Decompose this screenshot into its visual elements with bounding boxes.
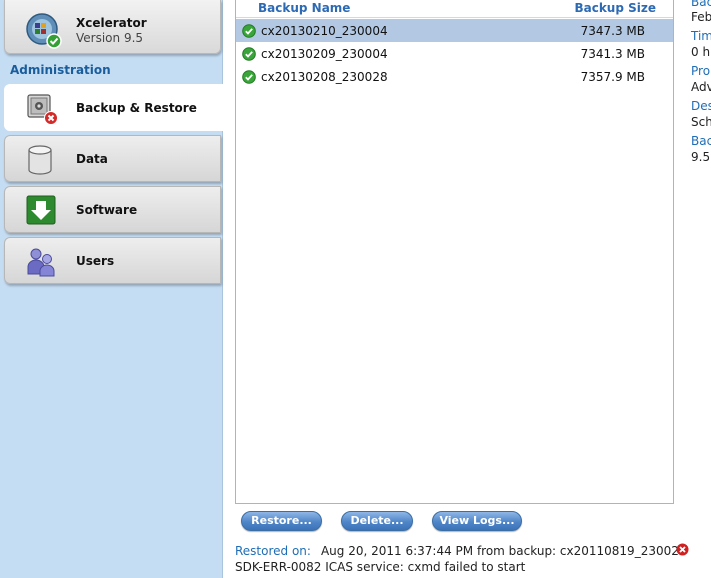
users-icon bbox=[25, 246, 59, 278]
error-message: SDK-ERR-0082 ICAS service: cxmd failed t… bbox=[235, 560, 526, 574]
detail-label: Des bbox=[691, 99, 711, 113]
restored-on-value: Aug 20, 2011 6:37:44 PM from backup: cx2… bbox=[320, 544, 687, 558]
restored-on-label: Restored on: bbox=[235, 544, 311, 558]
sidebar-item-label: Backup & Restore bbox=[76, 101, 197, 115]
backup-details-panel: Bac Feb Tim 0 h Pro Adv Des Sch Bac 9.5. bbox=[690, 0, 711, 578]
detail-label: Bac bbox=[691, 134, 711, 148]
backup-size: 7357.9 MB bbox=[580, 70, 645, 84]
sidebar-item-data[interactable]: Data bbox=[4, 135, 221, 182]
database-icon bbox=[25, 144, 59, 176]
backup-name: cx20130210_230004 bbox=[261, 24, 388, 38]
sidebar-item-label: Users bbox=[76, 254, 115, 268]
backup-size: 7347.3 MB bbox=[580, 24, 645, 38]
download-arrow-icon bbox=[25, 195, 59, 227]
sidebar-item-label: Software bbox=[76, 203, 138, 217]
section-title-administration: Administration bbox=[10, 63, 111, 77]
delete-button[interactable]: Delete... bbox=[341, 511, 413, 531]
check-icon bbox=[242, 70, 256, 84]
xcelerator-app-icon bbox=[25, 12, 63, 50]
error-icon[interactable] bbox=[676, 543, 689, 556]
detail-value: Adv bbox=[691, 80, 711, 94]
app-version: Version 9.5 bbox=[76, 31, 144, 45]
app-tile[interactable]: Xcelerator Version 9.5 bbox=[4, 0, 221, 54]
restore-button[interactable]: Restore... bbox=[241, 511, 322, 531]
view-logs-button[interactable]: View Logs... bbox=[432, 511, 522, 531]
detail-label: Tim bbox=[691, 29, 711, 43]
detail-label: Pro bbox=[691, 64, 711, 78]
backup-table: Backup Name Backup Size cx20130210_23000… bbox=[235, 0, 674, 504]
backup-name: cx20130208_230028 bbox=[261, 70, 388, 84]
backup-size: 7341.3 MB bbox=[580, 47, 645, 61]
app-name: Xcelerator bbox=[76, 16, 147, 30]
sidebar-item-software[interactable]: Software bbox=[4, 186, 221, 233]
table-row[interactable]: cx20130210_230004 7347.3 MB bbox=[236, 19, 673, 42]
restore-status: Restored on: Aug 20, 2011 6:37:44 PM from… bbox=[235, 544, 687, 558]
backup-name: cx20130209_230004 bbox=[261, 47, 388, 61]
sidebar-item-label: Data bbox=[76, 152, 108, 166]
table-row[interactable]: cx20130209_230004 7341.3 MB bbox=[236, 42, 673, 65]
sidebar: Xcelerator Version 9.5 Administration Ba… bbox=[0, 0, 223, 578]
column-header-backup-name[interactable]: Backup Name bbox=[258, 1, 350, 15]
check-icon bbox=[242, 47, 256, 61]
table-row[interactable]: cx20130208_230028 7357.9 MB bbox=[236, 65, 673, 88]
detail-label: Bac bbox=[691, 0, 711, 9]
detail-value: 0 h bbox=[691, 45, 711, 59]
safe-icon bbox=[25, 93, 59, 125]
check-icon bbox=[242, 24, 256, 38]
sidebar-item-users[interactable]: Users bbox=[4, 237, 221, 284]
column-header-backup-size[interactable]: Backup Size bbox=[574, 1, 656, 15]
detail-value: Sch bbox=[691, 115, 711, 129]
table-header: Backup Name Backup Size bbox=[236, 0, 673, 18]
detail-value: 9.5. bbox=[691, 150, 711, 164]
detail-value: Feb bbox=[691, 10, 711, 24]
sidebar-item-backup-restore[interactable]: Backup & Restore bbox=[4, 84, 223, 131]
